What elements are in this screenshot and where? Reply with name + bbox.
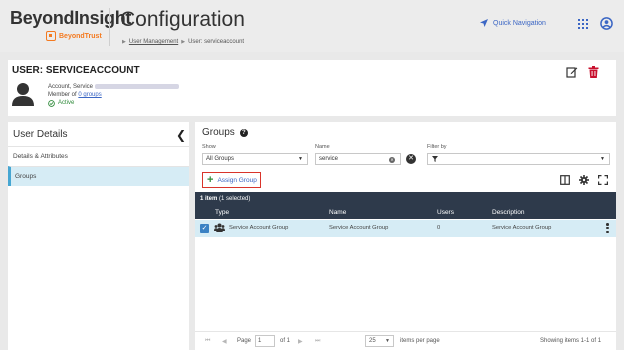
collapse-chevron-icon[interactable]: ❮: [176, 128, 186, 142]
brand-name: BeyondInsight: [10, 8, 132, 28]
plus-icon: +: [207, 174, 214, 186]
status-label: Active: [58, 100, 75, 106]
assign-group-label: Assign Group: [217, 176, 257, 184]
group-icon: [214, 223, 225, 232]
breadcrumb: ▶ User Management ▶ User: serviceaccount: [122, 39, 244, 45]
user-info: Account, Service Member of 0 groups Acti…: [48, 83, 180, 107]
column-header-type[interactable]: Type: [215, 209, 229, 216]
show-label: Show: [202, 144, 216, 150]
showing-items-text: Showing items 1-1 of 1: [540, 338, 602, 344]
top-bar: BeyondInsight BeyondTrust Configuration …: [0, 0, 624, 52]
clear-input-icon[interactable]: ✕: [389, 156, 395, 163]
selected-count: (1 selected): [219, 196, 251, 202]
sidebar-item-groups[interactable]: Groups: [8, 166, 189, 186]
help-icon[interactable]: ?: [239, 128, 248, 137]
filter-icon: [432, 156, 438, 162]
breadcrumb-user-management[interactable]: User Management: [129, 39, 178, 45]
name-label: Name: [315, 144, 330, 150]
page-total: of 1: [280, 338, 291, 344]
status-badge: Active: [48, 99, 179, 107]
page-label: Page: [237, 338, 252, 344]
avatar: [12, 83, 34, 106]
chevron-down-icon: ▼: [298, 156, 303, 162]
items-per-page-label: items per page: [400, 338, 440, 344]
quick-navigation-label: Quick Navigation: [493, 19, 546, 27]
chevron-down-icon: ▼: [600, 156, 605, 162]
check-circle-icon: [48, 99, 55, 107]
previous-page-icon[interactable]: ◀: [222, 338, 227, 345]
first-page-icon[interactable]: ⏮: [205, 338, 210, 345]
groups-count-link[interactable]: 0 groups: [78, 92, 101, 98]
row-type: Service Account Group: [229, 225, 289, 231]
page-number-input[interactable]: 1: [255, 335, 275, 347]
table-row[interactable]: ✓ Service Account Group Service Account …: [195, 220, 616, 237]
table-header: 1 item (1 selected) Type Name Users Desc…: [195, 192, 616, 219]
filter-by-select[interactable]: ▼: [427, 153, 610, 165]
row-users: 0: [437, 225, 441, 231]
breadcrumb-separator-icon: ▶: [181, 39, 186, 45]
user-details-sidebar: User Details ❮ Details & Attributes Grou…: [8, 122, 189, 350]
sidebar-title: User Details: [13, 129, 68, 140]
assign-group-button[interactable]: + Assign Group: [202, 172, 261, 188]
quick-navigation-link[interactable]: Quick Navigation: [479, 18, 546, 28]
user-profile-icon[interactable]: [600, 17, 613, 30]
member-of-label: Member of: [48, 92, 77, 98]
column-header-name[interactable]: Name: [329, 209, 346, 216]
delete-icon[interactable]: [588, 66, 599, 78]
breadcrumb-separator-icon: ▶: [122, 39, 126, 45]
columns-icon[interactable]: [560, 175, 570, 185]
pagination-bar: ⏮ ◀ Page 1 of 1 ▶ ⏭ 25 ▼ items per page …: [195, 331, 616, 350]
selection-count: 1 item (1 selected): [200, 196, 250, 202]
clear-filter-icon[interactable]: ✕: [406, 154, 416, 164]
header-divider: [109, 8, 110, 46]
beyondtrust-icon: [46, 31, 56, 41]
name-search-value: service: [319, 156, 339, 162]
column-header-users[interactable]: Users: [437, 209, 454, 216]
groups-panel: Groups ? Show All Groups ▼ Name service …: [195, 122, 616, 350]
breadcrumb-current: User: serviceaccount: [188, 39, 245, 45]
navigation-arrow-icon: [480, 19, 488, 27]
beyondtrust-label: BeyondTrust: [59, 32, 102, 40]
item-count: 1 item: [200, 196, 218, 202]
sidebar-item-details-attributes[interactable]: Details & Attributes: [8, 146, 189, 166]
edit-icon[interactable]: [566, 66, 578, 78]
items-per-page-value: 25: [369, 338, 376, 344]
column-header-description[interactable]: Description: [492, 209, 525, 216]
user-display-name: Account, Service: [48, 84, 94, 90]
chevron-down-icon: ▼: [385, 338, 390, 344]
name-search-input[interactable]: service ✕: [315, 153, 401, 165]
groups-header: Groups ?: [202, 127, 248, 138]
groups-title: Groups: [202, 127, 235, 138]
settings-gear-icon[interactable]: [579, 175, 589, 185]
next-page-icon[interactable]: ▶: [298, 338, 303, 345]
row-actions-menu-icon[interactable]: [606, 223, 609, 233]
show-select[interactable]: All Groups ▼: [202, 153, 308, 165]
app-grid-icon[interactable]: [578, 19, 588, 29]
user-title: USER: SERVICEACCOUNT: [12, 65, 140, 76]
show-select-value: All Groups: [206, 156, 235, 162]
filter-by-label: Filter by: [427, 144, 447, 150]
fullscreen-icon[interactable]: [598, 175, 608, 185]
last-page-icon[interactable]: ⏭: [315, 338, 320, 345]
page-title: Configuration: [120, 8, 245, 31]
row-description: Service Account Group: [492, 225, 552, 231]
redacted-email: [95, 83, 180, 89]
items-per-page-select[interactable]: 25 ▼: [365, 335, 394, 347]
brand-logo[interactable]: BeyondInsight BeyondTrust: [10, 8, 132, 41]
row-checkbox[interactable]: ✓: [200, 224, 209, 233]
user-summary-card: USER: SERVICEACCOUNT Account, Service Me…: [8, 60, 616, 116]
row-name: Service Account Group: [329, 225, 389, 231]
